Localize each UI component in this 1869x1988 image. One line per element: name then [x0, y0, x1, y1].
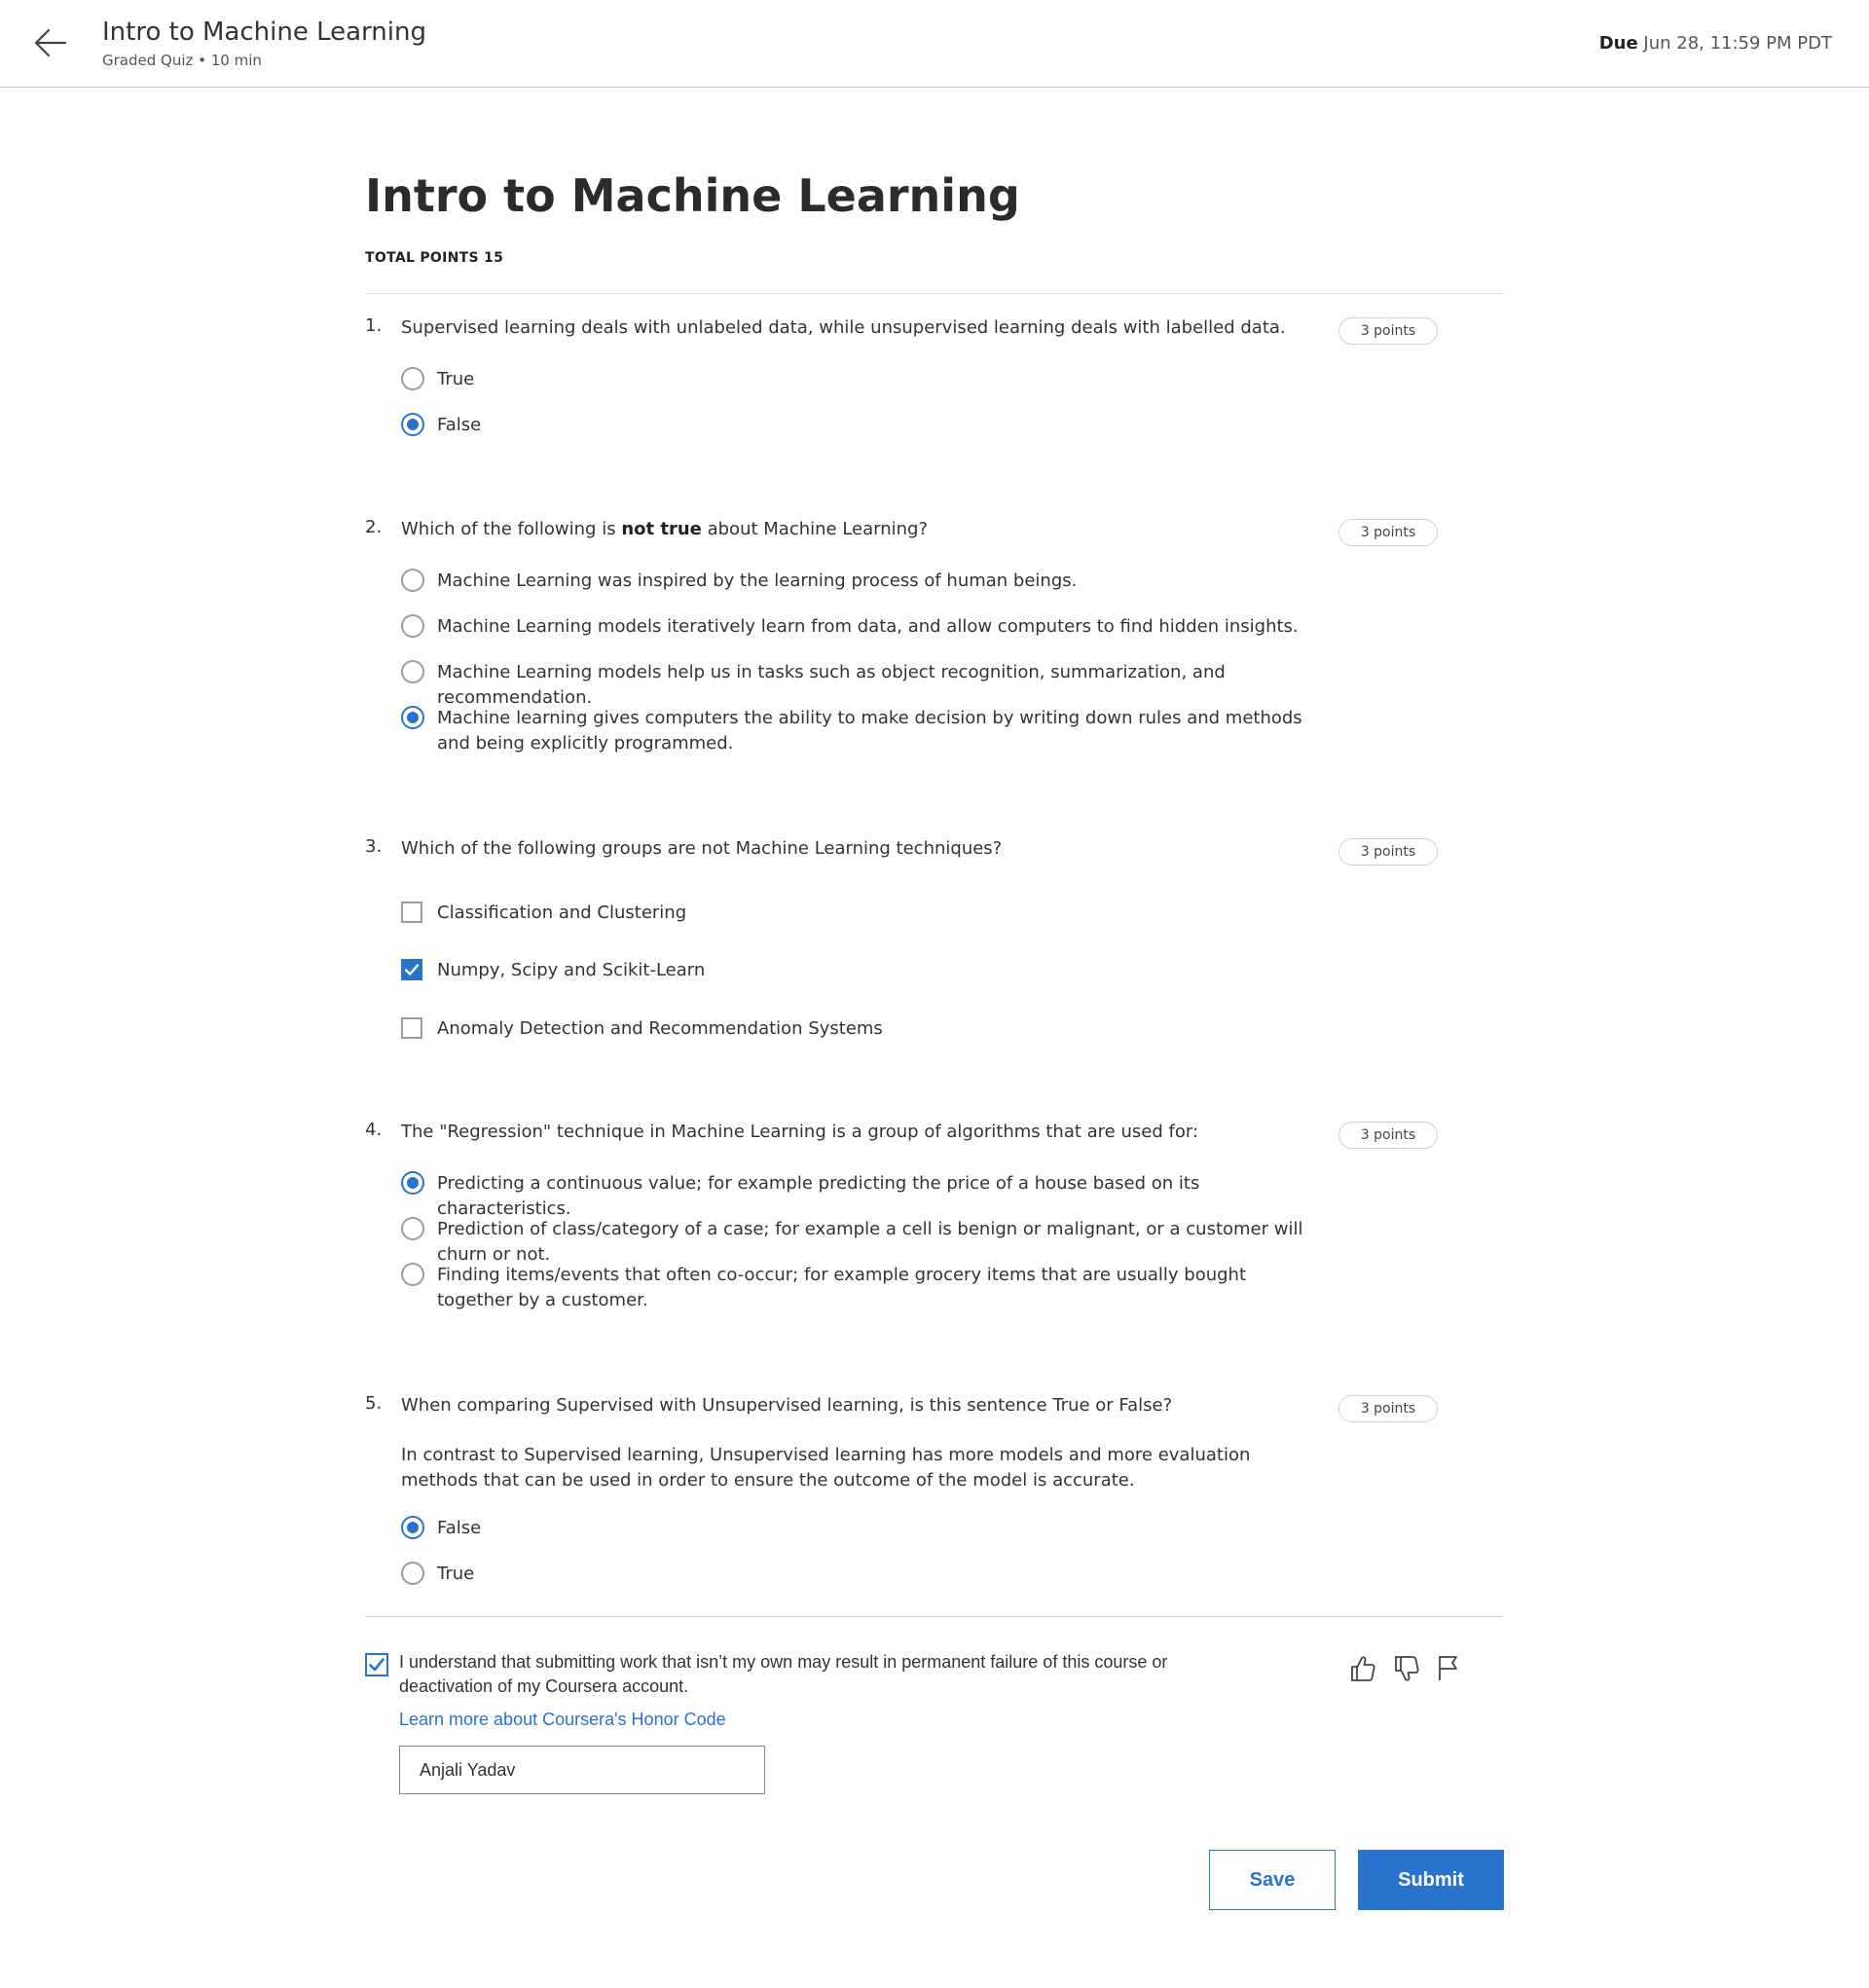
- radio-button[interactable]: [401, 1263, 424, 1286]
- thumbs-up-icon[interactable]: [1348, 1653, 1377, 1684]
- points-badge: 3 points: [1338, 1122, 1438, 1149]
- option-label: Machine Learning models iteratively lear…: [437, 616, 1299, 637]
- option-label: True: [437, 369, 475, 389]
- points-badge: 3 points: [1338, 1395, 1438, 1422]
- divider: [365, 293, 1504, 294]
- option-label: Prediction of class/category of a case; …: [437, 1219, 1303, 1265]
- flag-icon[interactable]: [1434, 1653, 1463, 1684]
- question-text-part: about Machine Learning?: [701, 519, 929, 539]
- due-value: Jun 28, 11:59 PM PDT: [1643, 33, 1832, 54]
- option-label: Machine Learning models help us in tasks…: [437, 662, 1226, 708]
- checkmark-icon: [369, 1658, 385, 1672]
- back-button[interactable]: [29, 25, 72, 64]
- option-label: True: [437, 1564, 475, 1584]
- option-label: Machine Learning was inspired by the lea…: [437, 571, 1078, 591]
- radio-button[interactable]: [401, 1217, 424, 1240]
- radio-button-selected[interactable]: [401, 706, 424, 729]
- question-number: 3.: [365, 836, 383, 857]
- question-number: 4.: [365, 1120, 383, 1140]
- question-statement: In contrast to Supervised learning, Unsu…: [401, 1445, 1251, 1491]
- quiz-title: Intro to Machine Learning: [365, 169, 1020, 222]
- option-label: Anomaly Detection and Recommendation Sys…: [437, 1018, 883, 1039]
- radio-button-selected[interactable]: [401, 1171, 424, 1195]
- arrow-left-icon: [34, 28, 67, 61]
- checkbox[interactable]: [401, 1017, 422, 1039]
- option-label: False: [437, 415, 482, 435]
- due-date: Due Jun 28, 11:59 PM PDT: [1599, 33, 1832, 54]
- question-text: When comparing Supervised with Unsupervi…: [401, 1395, 1173, 1416]
- question-text-emphasis: not true: [621, 519, 702, 539]
- top-bar-subtitle: Graded Quiz • 10 min: [102, 52, 262, 69]
- radio-button[interactable]: [401, 1562, 424, 1585]
- question-text: Which of the following groups are not Ma…: [401, 838, 1003, 859]
- question-text-part: Which of the following is: [401, 519, 622, 539]
- option-label: Classification and Clustering: [437, 902, 687, 923]
- honor-code-text: I understand that submitting work that i…: [399, 1652, 1168, 1696]
- save-button[interactable]: Save: [1209, 1850, 1336, 1910]
- honor-code-checkbox[interactable]: [365, 1653, 388, 1676]
- question-text: Which of the following is not true about…: [401, 517, 1316, 542]
- radio-button[interactable]: [401, 569, 424, 592]
- question-text: Supervised learning deals with unlabeled…: [401, 317, 1286, 338]
- points-badge: 3 points: [1338, 838, 1438, 865]
- radio-button[interactable]: [401, 367, 424, 390]
- top-bar-title: Intro to Machine Learning: [102, 18, 426, 47]
- question-number: 5.: [365, 1393, 383, 1414]
- top-bar: Intro to Machine Learning Graded Quiz • …: [0, 0, 1869, 88]
- divider: [365, 1616, 1504, 1617]
- option-label: Machine learning gives computers the abi…: [437, 708, 1302, 754]
- feedback-toolbar: [1348, 1653, 1475, 1686]
- due-label: Due: [1598, 33, 1638, 54]
- question-number: 2.: [365, 517, 383, 537]
- thumbs-down-icon[interactable]: [1392, 1653, 1421, 1684]
- legal-name-input[interactable]: [399, 1746, 765, 1794]
- radio-button[interactable]: [401, 660, 424, 683]
- radio-button[interactable]: [401, 614, 424, 638]
- radio-button-selected[interactable]: [401, 1516, 424, 1539]
- total-points: TOTAL POINTS 15: [365, 250, 504, 266]
- points-badge: 3 points: [1338, 317, 1438, 345]
- option-label: Finding items/events that often co-occur…: [437, 1265, 1247, 1310]
- checkmark-icon: [404, 964, 420, 976]
- question-number: 1.: [365, 315, 383, 336]
- option-label: Numpy, Scipy and Scikit-Learn: [437, 960, 706, 980]
- question-text: The "Regression" technique in Machine Le…: [401, 1122, 1198, 1142]
- radio-button-selected[interactable]: [401, 413, 424, 436]
- checkbox[interactable]: [401, 902, 422, 923]
- option-label: False: [437, 1518, 482, 1538]
- checkbox-checked[interactable]: [401, 959, 422, 980]
- option-label: Predicting a continuous value; for examp…: [437, 1173, 1200, 1219]
- points-badge: 3 points: [1338, 519, 1438, 546]
- honor-code-link[interactable]: Learn more about Coursera's Honor Code: [399, 1710, 726, 1730]
- submit-button[interactable]: Submit: [1358, 1850, 1504, 1910]
